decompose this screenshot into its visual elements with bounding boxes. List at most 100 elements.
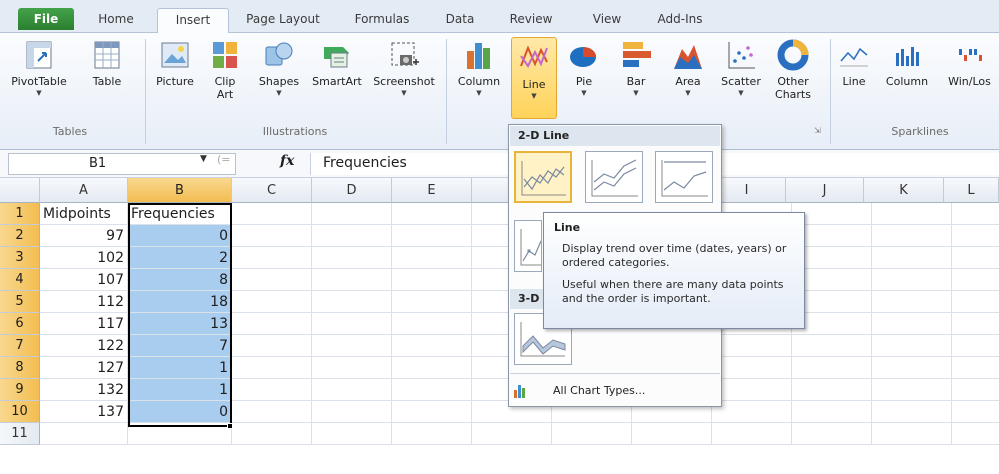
- column-header-j[interactable]: J: [786, 178, 864, 203]
- table-icon: [94, 41, 120, 69]
- tab-view[interactable]: View: [584, 8, 630, 32]
- sparkline-line-label: Line: [842, 75, 866, 88]
- row-header[interactable]: 4: [0, 269, 40, 291]
- line-chart-label: Line: [522, 78, 546, 91]
- row-header[interactable]: 8: [0, 357, 40, 379]
- cell-b10[interactable]: 0: [128, 401, 232, 423]
- clip-art-icon: [213, 42, 237, 68]
- screenshot-button[interactable]: Screenshot ▼: [368, 39, 440, 98]
- cell-a5[interactable]: 112: [40, 291, 128, 313]
- shapes-button[interactable]: Shapes ▼: [252, 39, 306, 98]
- pivottable-button[interactable]: PivotTable ▼: [8, 39, 70, 98]
- sparkline-column-button[interactable]: Column: [876, 39, 938, 88]
- row-header[interactable]: 9: [0, 379, 40, 401]
- tab-data[interactable]: Data: [440, 8, 480, 32]
- row-header[interactable]: 5: [0, 291, 40, 313]
- cell-b5[interactable]: 18: [128, 291, 232, 313]
- column-header-d[interactable]: D: [312, 178, 392, 203]
- tab-page-layout[interactable]: Page Layout: [238, 8, 328, 32]
- group-divider: [830, 39, 831, 144]
- sparkline-column-icon: [896, 47, 919, 66]
- sparkline-line-button[interactable]: Line: [834, 39, 874, 88]
- section-header-3d-line: 3-D: [510, 289, 544, 309]
- row-header[interactable]: 7: [0, 335, 40, 357]
- bar-chart-button[interactable]: Bar ▼: [614, 39, 658, 98]
- cell-a3[interactable]: 102: [40, 247, 128, 269]
- line-chart-option[interactable]: [514, 151, 572, 203]
- column-header-c[interactable]: C: [232, 178, 312, 203]
- sparkline-winloss-label: Win/Los: [948, 75, 991, 88]
- line-chart-tooltip: Line Display trend over time (dates, yea…: [543, 212, 805, 329]
- picture-button[interactable]: Picture: [150, 39, 200, 88]
- area-chart-button[interactable]: Area ▼: [666, 39, 710, 98]
- smartart-button[interactable]: SmartArt: [306, 39, 368, 88]
- cell-a10[interactable]: 137: [40, 401, 128, 423]
- column-chart-icon: [467, 43, 490, 69]
- other-charts-button[interactable]: Other Charts: [768, 39, 818, 101]
- row-header[interactable]: 2: [0, 225, 40, 247]
- pivottable-icon: [26, 41, 52, 69]
- formula-bar-divider-icon: (=: [217, 153, 231, 166]
- row-header[interactable]: 3: [0, 247, 40, 269]
- column-header-l[interactable]: L: [944, 178, 999, 203]
- insert-function-icon[interactable]: fx: [280, 153, 294, 169]
- column-header-b[interactable]: B: [128, 178, 232, 203]
- cell-b3[interactable]: 2: [128, 247, 232, 269]
- select-all-corner[interactable]: [0, 178, 40, 203]
- cell-b9[interactable]: 1: [128, 379, 232, 401]
- row-header[interactable]: 11: [0, 423, 40, 445]
- scatter-chart-icon: [728, 42, 755, 69]
- cell-a1[interactable]: Midpoints: [40, 203, 128, 225]
- row-header[interactable]: 1: [0, 203, 40, 225]
- all-chart-types-menu-item[interactable]: All Chart Types...: [553, 384, 645, 397]
- scatter-chart-button[interactable]: Scatter ▼: [716, 39, 766, 98]
- cell-a6[interactable]: 117: [40, 313, 128, 335]
- tooltip-title: Line: [554, 221, 581, 234]
- column-header-k[interactable]: K: [864, 178, 944, 203]
- cell-b11[interactable]: [128, 423, 232, 445]
- clip-art-button[interactable]: Clip Art: [204, 39, 246, 101]
- cell-a11[interactable]: [40, 423, 128, 445]
- sparkline-winloss-button[interactable]: Win/Los: [940, 39, 999, 88]
- column-header-e[interactable]: E: [392, 178, 472, 203]
- cell-a7[interactable]: 122: [40, 335, 128, 357]
- tab-insert[interactable]: Insert: [157, 8, 229, 34]
- line-chart-button[interactable]: Line ▼: [511, 37, 557, 119]
- tab-review[interactable]: Review: [502, 8, 560, 32]
- chevron-down-icon[interactable]: ▼: [200, 154, 207, 164]
- cell-a4[interactable]: 107: [40, 269, 128, 291]
- scatter-chart-label: Scatter: [721, 75, 761, 88]
- table-button[interactable]: Table: [84, 39, 130, 88]
- cell-b6[interactable]: 13: [128, 313, 232, 335]
- pie-chart-label: Pie: [575, 75, 593, 88]
- column-header-a[interactable]: A: [40, 178, 128, 203]
- tab-add-ins[interactable]: Add-Ins: [650, 8, 710, 32]
- row-header[interactable]: 10: [0, 401, 40, 423]
- percent-stacked-line-thumbnail-icon: [661, 160, 708, 197]
- chevron-down-icon: ▼: [581, 89, 587, 97]
- cell-b1[interactable]: Frequencies: [128, 203, 232, 225]
- stacked-line-option[interactable]: [585, 151, 643, 203]
- smartart-label: SmartArt: [312, 75, 362, 88]
- chevron-down-icon: ▼: [401, 89, 407, 97]
- column-chart-button[interactable]: Column ▼: [450, 39, 508, 98]
- cell-b7[interactable]: 7: [128, 335, 232, 357]
- fill-handle[interactable]: [227, 423, 233, 429]
- cell-b2[interactable]: 0: [128, 225, 232, 247]
- line-chart-icon: [520, 45, 548, 68]
- line-with-markers-option[interactable]: [514, 220, 542, 272]
- cell-a2[interactable]: 97: [40, 225, 128, 247]
- tab-home[interactable]: Home: [86, 8, 146, 32]
- cell-a9[interactable]: 132: [40, 379, 128, 401]
- 100-stacked-line-option[interactable]: [655, 151, 713, 203]
- cell-b4[interactable]: 8: [128, 269, 232, 291]
- pie-chart-button[interactable]: Pie ▼: [562, 39, 606, 98]
- cell-b8[interactable]: 1: [128, 357, 232, 379]
- other-charts-label-2: Charts: [775, 88, 811, 101]
- tab-formulas[interactable]: Formulas: [345, 8, 419, 32]
- tab-file[interactable]: File: [18, 8, 74, 30]
- cell-a8[interactable]: 127: [40, 357, 128, 379]
- ribbon-tab-row: File Home Insert Page Layout Formulas Da…: [0, 0, 999, 34]
- dialog-launcher-icon[interactable]: ⇲: [814, 126, 821, 135]
- row-header[interactable]: 6: [0, 313, 40, 335]
